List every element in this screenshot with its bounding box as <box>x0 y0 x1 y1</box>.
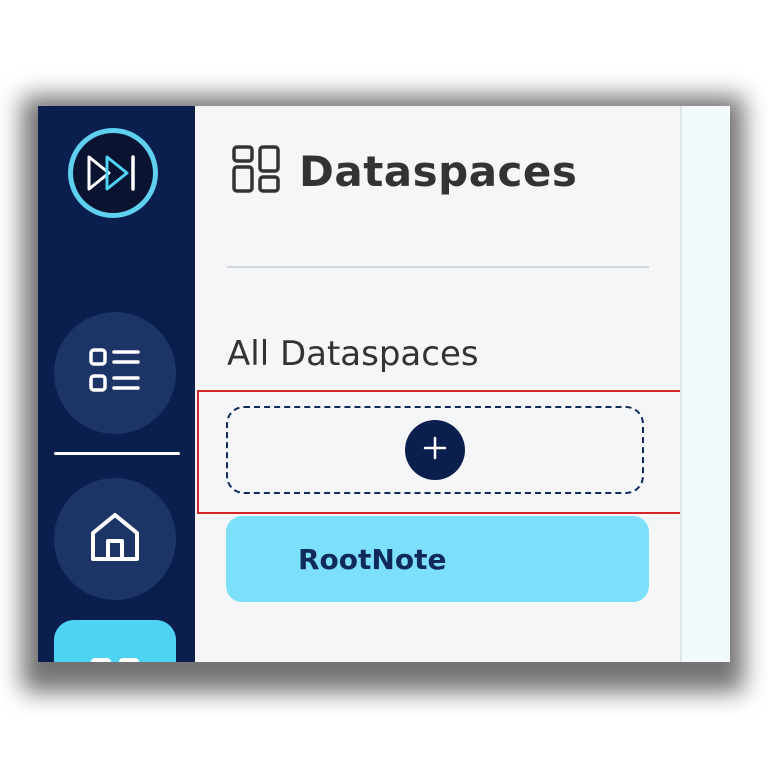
grid-icon <box>231 144 281 198</box>
nav-rail <box>38 106 195 662</box>
dataspaces-panel: Dataspaces All Dataspaces RootNote <box>195 106 685 662</box>
app-window: Dataspaces All Dataspaces RootNote <box>38 106 730 662</box>
home-icon <box>87 509 143 569</box>
section-label: All Dataspaces <box>227 334 479 374</box>
dataspace-item[interactable]: RootNote <box>226 516 649 602</box>
list-icon <box>88 346 142 400</box>
header-divider <box>227 266 649 268</box>
rail-home-button[interactable] <box>54 478 176 600</box>
rail-divider <box>54 452 180 455</box>
dataspace-item-label: RootNote <box>298 542 447 576</box>
add-dataspace-button[interactable] <box>405 420 465 480</box>
grid-icon <box>87 654 143 662</box>
plus-icon <box>422 435 448 465</box>
fast-forward-logo-icon <box>73 133 153 213</box>
rail-dataspaces-button[interactable] <box>54 620 176 662</box>
app-logo[interactable] <box>68 128 158 218</box>
content-pane <box>680 106 730 662</box>
page-title: Dataspaces <box>299 146 578 196</box>
add-dataspace-dropzone[interactable] <box>226 406 644 494</box>
panel-header: Dataspaces <box>231 144 577 198</box>
rail-list-button[interactable] <box>54 312 176 434</box>
